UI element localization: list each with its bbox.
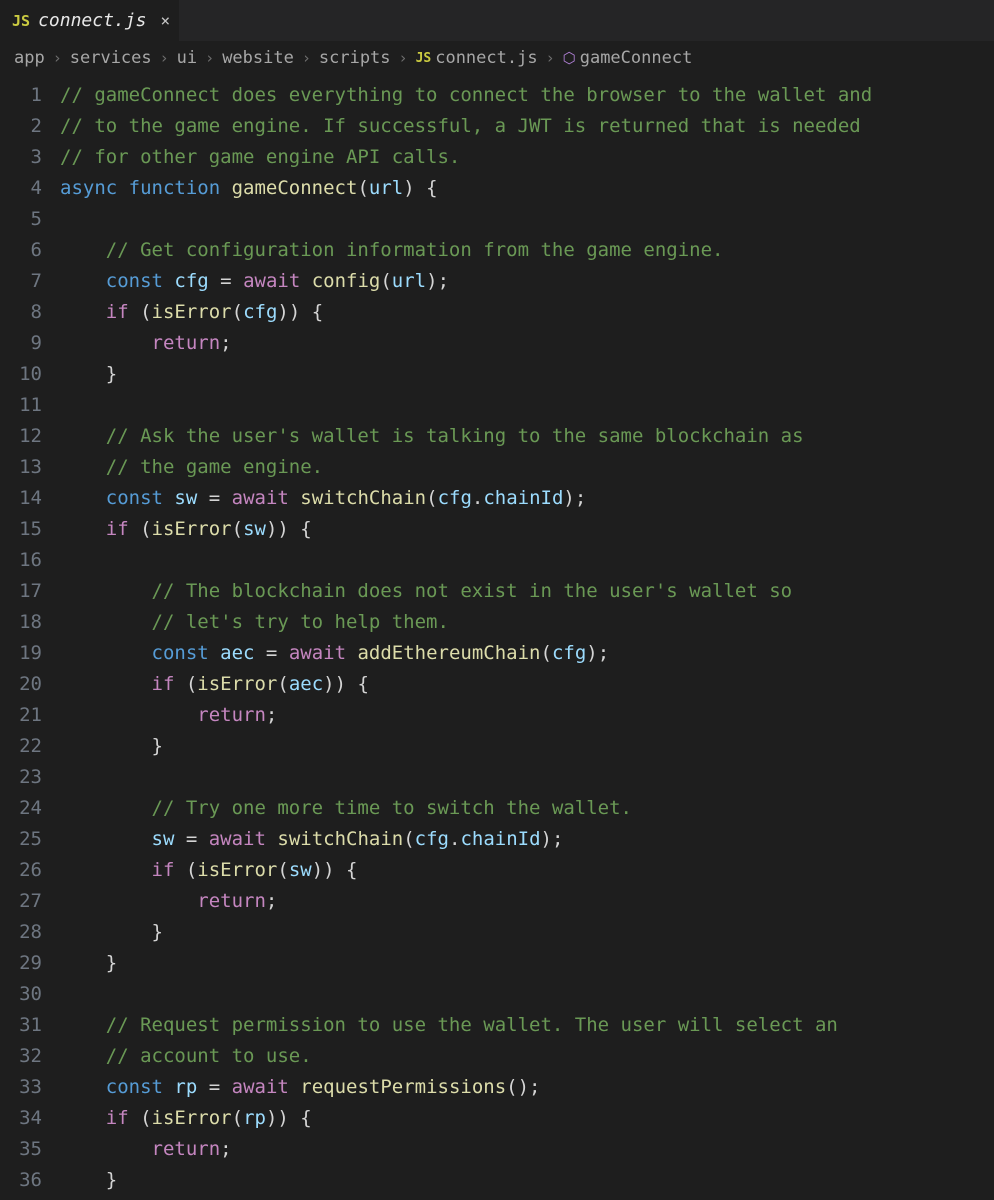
code-line[interactable] — [60, 979, 994, 1010]
line-number: 3 — [0, 142, 42, 173]
tab-filename: connect.js — [38, 10, 146, 31]
code-line[interactable]: if (isError(sw)) { — [60, 514, 994, 545]
code-line[interactable] — [60, 762, 994, 793]
line-number: 32 — [0, 1041, 42, 1072]
code-line[interactable]: const rp = await requestPermissions(); — [60, 1072, 994, 1103]
code-line[interactable]: // for other game engine API calls. — [60, 142, 994, 173]
line-number: 16 — [0, 545, 42, 576]
line-number: 22 — [0, 731, 42, 762]
line-number: 2 — [0, 111, 42, 142]
tab-bar: JS connect.js × — [0, 0, 994, 42]
line-number: 31 — [0, 1010, 42, 1041]
line-number: 5 — [0, 204, 42, 235]
code-line[interactable] — [60, 390, 994, 421]
chevron-right-icon: › — [399, 49, 408, 67]
code-line[interactable]: // Try one more time to switch the walle… — [60, 793, 994, 824]
chevron-right-icon: › — [160, 49, 169, 67]
chevron-right-icon: › — [546, 49, 555, 67]
file-tab[interactable]: JS connect.js × — [0, 0, 180, 41]
chevron-right-icon: › — [302, 49, 311, 67]
code-line[interactable]: // account to use. — [60, 1041, 994, 1072]
line-number: 23 — [0, 762, 42, 793]
chevron-right-icon: › — [205, 49, 214, 67]
code-line[interactable] — [60, 545, 994, 576]
close-icon[interactable]: × — [160, 11, 170, 30]
line-number: 26 — [0, 855, 42, 886]
line-number: 9 — [0, 328, 42, 359]
line-number: 12 — [0, 421, 42, 452]
code-line[interactable]: // Request permission to use the wallet.… — [60, 1010, 994, 1041]
breadcrumb[interactable]: app › services › ui › website › scripts … — [0, 42, 994, 74]
line-number: 7 — [0, 266, 42, 297]
line-number: 15 — [0, 514, 42, 545]
code-line[interactable]: if (isError(sw)) { — [60, 855, 994, 886]
code-line[interactable]: return; — [60, 328, 994, 359]
chevron-right-icon: › — [53, 49, 62, 67]
line-number: 20 — [0, 669, 42, 700]
line-number: 6 — [0, 235, 42, 266]
crumb-website[interactable]: website — [222, 48, 294, 68]
line-number: 35 — [0, 1134, 42, 1165]
code-line[interactable]: async function gameConnect(url) { — [60, 173, 994, 204]
line-number: 8 — [0, 297, 42, 328]
crumb-app[interactable]: app — [14, 48, 45, 68]
code-line[interactable]: // Get configuration information from th… — [60, 235, 994, 266]
line-number: 13 — [0, 452, 42, 483]
code-line[interactable]: // the game engine. — [60, 452, 994, 483]
line-number: 1 — [0, 80, 42, 111]
code-line[interactable]: const cfg = await config(url); — [60, 266, 994, 297]
line-number: 25 — [0, 824, 42, 855]
line-number: 10 — [0, 359, 42, 390]
line-number: 17 — [0, 576, 42, 607]
code-content[interactable]: // gameConnect does everything to connec… — [60, 80, 994, 1196]
code-line[interactable]: return; — [60, 1134, 994, 1165]
line-number: 4 — [0, 173, 42, 204]
crumb-services[interactable]: services — [70, 48, 152, 68]
line-number: 33 — [0, 1072, 42, 1103]
line-number: 28 — [0, 917, 42, 948]
line-number: 11 — [0, 390, 42, 421]
line-number: 14 — [0, 483, 42, 514]
line-number: 30 — [0, 979, 42, 1010]
code-line[interactable]: // Ask the user's wallet is talking to t… — [60, 421, 994, 452]
code-line[interactable]: // to the game engine. If successful, a … — [60, 111, 994, 142]
line-number-gutter: 1234567891011121314151617181920212223242… — [0, 80, 60, 1196]
code-line[interactable]: } — [60, 731, 994, 762]
code-line[interactable]: } — [60, 1165, 994, 1196]
symbol-cube-icon: ⬡ — [563, 49, 576, 67]
crumb-scripts[interactable]: scripts — [319, 48, 391, 68]
code-editor[interactable]: 1234567891011121314151617181920212223242… — [0, 74, 994, 1196]
js-file-icon: JS — [12, 12, 30, 30]
code-line[interactable]: // let's try to help them. — [60, 607, 994, 638]
code-line[interactable]: } — [60, 917, 994, 948]
code-line[interactable]: return; — [60, 886, 994, 917]
code-line[interactable]: return; — [60, 700, 994, 731]
crumb-ui[interactable]: ui — [177, 48, 197, 68]
line-number: 19 — [0, 638, 42, 669]
code-line[interactable]: const sw = await switchChain(cfg.chainId… — [60, 483, 994, 514]
code-line[interactable]: if (isError(rp)) { — [60, 1103, 994, 1134]
line-number: 29 — [0, 948, 42, 979]
line-number: 34 — [0, 1103, 42, 1134]
line-number: 21 — [0, 700, 42, 731]
crumb-symbol[interactable]: gameConnect — [580, 48, 693, 68]
line-number: 27 — [0, 886, 42, 917]
code-line[interactable] — [60, 204, 994, 235]
line-number: 36 — [0, 1165, 42, 1196]
code-line[interactable]: // The blockchain does not exist in the … — [60, 576, 994, 607]
line-number: 24 — [0, 793, 42, 824]
code-line[interactable]: } — [60, 359, 994, 390]
code-line[interactable]: if (isError(cfg)) { — [60, 297, 994, 328]
code-line[interactable]: if (isError(aec)) { — [60, 669, 994, 700]
crumb-file[interactable]: connect.js — [435, 48, 537, 68]
line-number: 18 — [0, 607, 42, 638]
code-line[interactable]: sw = await switchChain(cfg.chainId); — [60, 824, 994, 855]
code-line[interactable]: } — [60, 948, 994, 979]
js-file-icon: JS — [416, 51, 432, 66]
code-line[interactable]: // gameConnect does everything to connec… — [60, 80, 994, 111]
code-line[interactable]: const aec = await addEthereumChain(cfg); — [60, 638, 994, 669]
